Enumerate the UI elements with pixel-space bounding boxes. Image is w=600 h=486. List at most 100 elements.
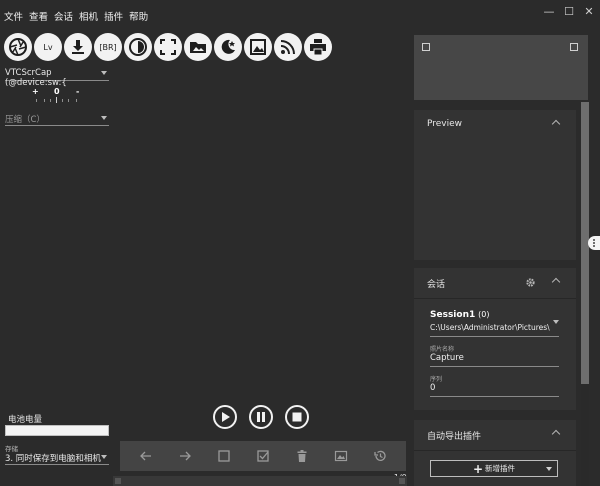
- menu-view[interactable]: 查看: [29, 9, 48, 23]
- bracketing-icon: [BR]: [99, 42, 117, 52]
- toolbar: Lv [BR]: [4, 33, 333, 61]
- gear-icon[interactable]: [525, 277, 536, 288]
- pause-icon: [257, 412, 265, 422]
- select-none-button[interactable]: [216, 448, 232, 464]
- night-mode-button[interactable]: [214, 33, 242, 61]
- capture-button[interactable]: [4, 33, 32, 61]
- night-mode-icon: [221, 39, 235, 54]
- photo-name-label: 照片名称: [430, 346, 455, 353]
- pause-button[interactable]: [249, 405, 273, 429]
- panel-handle[interactable]: [588, 236, 600, 250]
- download-button[interactable]: [64, 33, 92, 61]
- field-underline: [430, 396, 559, 397]
- checkbox-empty-icon: [218, 450, 230, 462]
- gallery-button[interactable]: [184, 33, 212, 61]
- wireless-icon: [280, 40, 295, 55]
- dot: [593, 242, 595, 244]
- session-panel: 会话 Session1 (0) C:\Users\Administrator\P…: [414, 268, 576, 410]
- compression-select-value: 压缩（C）: [5, 115, 45, 125]
- next-image-button[interactable]: [177, 448, 193, 464]
- stop-button[interactable]: [285, 405, 309, 429]
- save-mode-select[interactable]: 3. 同时保存到电脑和相机: [5, 452, 109, 465]
- add-plugin-button[interactable]: + 新增插件: [430, 460, 558, 477]
- maximize-button[interactable]: ☐: [562, 5, 576, 18]
- arrow-left-icon: [139, 451, 151, 461]
- image-icon: [335, 450, 348, 462]
- focus-frame-button[interactable]: [154, 33, 182, 61]
- dot: [593, 239, 595, 241]
- close-button[interactable]: ✕: [582, 5, 596, 18]
- gallery-icon: [190, 42, 206, 53]
- add-plugin-label: 新增插件: [485, 464, 516, 473]
- trash-icon: [297, 450, 307, 462]
- session-name-row[interactable]: Session1 (0): [430, 310, 489, 320]
- play-button[interactable]: [213, 405, 237, 429]
- wireless-button[interactable]: [274, 33, 302, 61]
- prev-image-button[interactable]: [138, 448, 154, 464]
- sequence-label: 序列: [430, 376, 443, 383]
- ruler-center-tick: [56, 97, 57, 103]
- delete-button[interactable]: [294, 448, 310, 464]
- chevron-down-icon: [101, 455, 107, 459]
- bracketing-button[interactable]: [BR]: [94, 33, 122, 61]
- session-count: (0): [478, 310, 490, 319]
- exposure-minus: -: [76, 87, 80, 96]
- chevron-down-icon: [101, 116, 107, 120]
- horizontal-scrollbar[interactable]: [113, 476, 407, 486]
- thumbnail-checkbox[interactable]: [570, 43, 578, 51]
- right-panel-scrollbar[interactable]: [581, 102, 589, 486]
- menu-plugins[interactable]: 插件: [104, 9, 123, 23]
- image-nav-bar: [120, 441, 406, 471]
- session-name: Session1: [430, 310, 476, 320]
- chevron-down-icon[interactable]: [553, 320, 559, 324]
- menu-camera[interactable]: 相机: [79, 9, 98, 23]
- print-button[interactable]: [304, 33, 332, 61]
- ruler-tick: [36, 99, 37, 102]
- open-image-button[interactable]: [333, 448, 349, 464]
- device-select[interactable]: VTCScrCap (@device:sw:{: [5, 68, 109, 88]
- session-folder-path: C:\Users\Administrator\Pictures\: [430, 323, 550, 332]
- chevron-up-icon[interactable]: [551, 277, 561, 287]
- battery-bar: [5, 425, 109, 436]
- divider: [414, 298, 576, 299]
- preview-thumbnail[interactable]: [414, 35, 588, 100]
- thumbnail-checkbox[interactable]: [422, 43, 430, 51]
- compression-select[interactable]: 压缩（C）: [5, 113, 109, 126]
- sequence-input[interactable]: 0: [430, 383, 435, 393]
- exposure-ruler[interactable]: + 0 -: [32, 87, 80, 103]
- menu-session[interactable]: 会话: [54, 9, 73, 23]
- session-panel-title: 会话: [427, 280, 446, 290]
- timelapse-icon: [129, 38, 147, 56]
- ruler-tick: [76, 99, 77, 102]
- exposure-plus: +: [32, 87, 39, 96]
- scroll-right-icon[interactable]: [399, 478, 405, 484]
- scroll-left-icon[interactable]: [115, 478, 121, 484]
- menu-help[interactable]: 帮助: [129, 9, 148, 23]
- preview-panel-title: Preview: [427, 119, 463, 129]
- battery-fill: [6, 426, 108, 435]
- live-view-button[interactable]: Lv: [34, 33, 62, 61]
- history-icon: [374, 450, 387, 461]
- chevron-down-icon: [101, 71, 107, 75]
- chevron-up-icon[interactable]: [551, 429, 561, 439]
- live-view-icon: Lv: [43, 42, 53, 52]
- field-underline: [430, 366, 559, 367]
- menu-file[interactable]: 文件: [4, 9, 23, 23]
- aperture-icon: [9, 38, 27, 56]
- stop-icon: [292, 412, 302, 422]
- print-icon: [310, 39, 326, 56]
- checkbox-checked-icon: [257, 450, 269, 462]
- minimize-button[interactable]: —: [542, 5, 556, 18]
- arrow-right-icon: [179, 451, 191, 461]
- select-all-button[interactable]: [255, 448, 271, 464]
- image-button[interactable]: [244, 33, 272, 61]
- photo-name-input[interactable]: Capture: [430, 353, 464, 363]
- battery-label: 电池电量: [8, 415, 43, 425]
- menu-bar: 文件 查看 会话 相机 插件 帮助 — ☐ ✕: [0, 0, 600, 30]
- restore-button[interactable]: [372, 448, 388, 464]
- auto-export-panel-title: 自动导出插件: [427, 432, 482, 442]
- preview-panel: Preview: [414, 110, 576, 260]
- ruler-tick: [68, 99, 69, 102]
- chevron-up-icon[interactable]: [551, 119, 561, 129]
- timelapse-button[interactable]: [124, 33, 152, 61]
